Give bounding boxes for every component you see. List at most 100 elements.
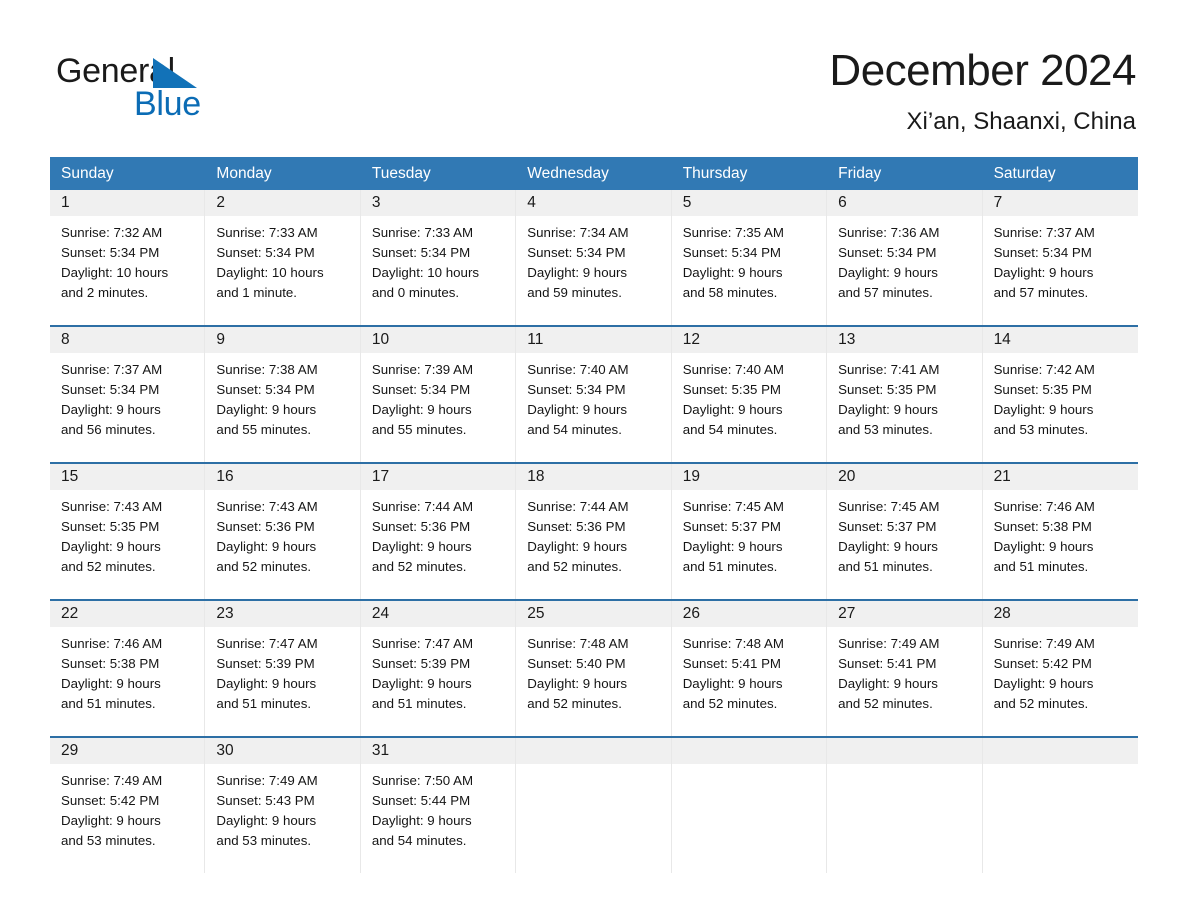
calendar-day-cell[interactable]: 17 Sunrise: 7:44 AM Sunset: 5:36 PM Dayligh… [360, 464, 517, 599]
sunset-text: Sunset: 5:34 PM [527, 245, 626, 260]
calendar-day-cell[interactable]: 25 Sunrise: 7:48 AM Sunset: 5:40 PM Dayligh… [516, 601, 672, 736]
day-number-band [516, 738, 671, 764]
calendar-day-cell[interactable]: 21 Sunrise: 7:46 AM Sunset: 5:38 PM Dayligh… [982, 464, 1138, 599]
day-number: 1 [61, 194, 70, 211]
day-number-band: 16 [205, 464, 360, 490]
day-number-band: 3 [360, 190, 516, 216]
calendar-day-cell[interactable]: 6 Sunrise: 7:36 AM Sunset: 5:34 PM Daylight… [827, 190, 983, 325]
sunrise-text: Sunrise: 7:36 AM [838, 225, 940, 240]
daylight-text-line1: Daylight: 9 hours [838, 539, 938, 554]
calendar-day-cell[interactable]: 7 Sunrise: 7:37 AM Sunset: 5:34 PM Daylight… [982, 190, 1138, 325]
calendar-day-cell[interactable]: 18 Sunrise: 7:44 AM Sunset: 5:36 PM Dayligh… [516, 464, 672, 599]
sunset-text: Sunset: 5:43 PM [216, 793, 315, 808]
calendar-day-cell[interactable]: 24 Sunrise: 7:47 AM Sunset: 5:39 PM Dayligh… [360, 601, 517, 736]
daylight-text-line1: Daylight: 10 hours [216, 265, 324, 280]
day-info: Sunrise: 7:50 AM Sunset: 5:44 PM Daylight:… [361, 764, 515, 851]
day-number-band: 19 [671, 464, 827, 490]
day-info: Sunrise: 7:43 AM Sunset: 5:36 PM Daylight:… [205, 490, 359, 577]
sunrise-text: Sunrise: 7:47 AM [216, 636, 318, 651]
daylight-text-line2: and 1 minute. [216, 285, 297, 300]
calendar-day-cell[interactable]: 13 Sunrise: 7:41 AM Sunset: 5:35 PM Dayligh… [827, 327, 983, 462]
calendar-weeks: 1 Sunrise: 7:32 AM Sunset: 5:34 PM Daylight… [50, 190, 1138, 873]
calendar-day-cell[interactable]: 16 Sunrise: 7:43 AM Sunset: 5:36 PM Dayligh… [205, 464, 361, 599]
day-number-band: 8 [50, 327, 205, 353]
sunset-text: Sunset: 5:42 PM [61, 793, 160, 808]
daylight-text-line2: and 52 minutes. [216, 559, 312, 574]
daylight-text-line1: Daylight: 9 hours [371, 676, 472, 691]
calendar-day-cell[interactable]: 15 Sunrise: 7:43 AM Sunset: 5:35 PM Dayligh… [50, 464, 206, 599]
daylight-text-line1: Daylight: 9 hours [527, 265, 628, 280]
sunrise-text: Sunrise: 7:38 AM [216, 362, 318, 377]
daylight-text-line2: and 54 minutes. [682, 422, 778, 437]
daylight-text-line1: Daylight: 9 hours [527, 676, 628, 691]
calendar-day-cell[interactable]: 14 Sunrise: 7:42 AM Sunset: 5:35 PM Dayligh… [982, 327, 1138, 462]
daylight-text-line1: Daylight: 9 hours [216, 539, 317, 554]
calendar-day-cell[interactable]: 27 Sunrise: 7:49 AM Sunset: 5:41 PM Dayligh… [827, 601, 983, 736]
weekday-header-saturday: Saturday [993, 165, 1056, 182]
calendar-day-cell[interactable]: 31 Sunrise: 7:50 AM Sunset: 5:44 PM Dayligh… [360, 738, 517, 873]
calendar-day-cell[interactable]: 12 Sunrise: 7:40 AM Sunset: 5:35 PM Dayligh… [671, 327, 828, 462]
sunset-text: Sunset: 5:37 PM [682, 519, 782, 534]
day-info: Sunrise: 7:47 AM Sunset: 5:39 PM Daylight:… [205, 627, 359, 714]
calendar-day-cell[interactable]: 5 Sunrise: 7:35 AM Sunset: 5:34 PM Daylight… [671, 190, 828, 325]
day-number-band: 26 [671, 601, 827, 627]
day-number: 15 [61, 468, 79, 485]
day-number-band [827, 738, 982, 764]
day-info: Sunrise: 7:38 AM Sunset: 5:34 PM Daylight:… [205, 353, 359, 440]
weekday-header-thursday: Thursday [682, 165, 748, 182]
calendar-day-cell[interactable]: 26 Sunrise: 7:48 AM Sunset: 5:41 PM Dayligh… [671, 601, 828, 736]
weekday-header-friday: Friday [838, 165, 882, 182]
calendar-week-row: 8 Sunrise: 7:37 AM Sunset: 5:34 PM Daylight… [50, 325, 1138, 462]
day-number-band: 7 [982, 190, 1138, 216]
day-info: Sunrise: 7:35 AM Sunset: 5:34 PM Daylight:… [672, 216, 826, 303]
calendar-week-row: 1 Sunrise: 7:32 AM Sunset: 5:34 PM Daylight… [50, 190, 1138, 325]
calendar-day-cell[interactable]: 28 Sunrise: 7:49 AM Sunset: 5:42 PM Dayligh… [982, 601, 1138, 736]
calendar-day-cell[interactable]: 10 Sunrise: 7:39 AM Sunset: 5:34 PM Dayligh… [360, 327, 517, 462]
day-number: 4 [527, 194, 536, 211]
day-info: Sunrise: 7:49 AM Sunset: 5:42 PM Daylight:… [50, 764, 204, 851]
calendar-day-cell[interactable]: 23 Sunrise: 7:47 AM Sunset: 5:39 PM Dayligh… [205, 601, 361, 736]
calendar-day-cell[interactable]: 11 Sunrise: 7:40 AM Sunset: 5:34 PM Dayligh… [516, 327, 672, 462]
day-info: Sunrise: 7:46 AM Sunset: 5:38 PM Daylight:… [50, 627, 204, 714]
calendar-day-cell[interactable]: 8 Sunrise: 7:37 AM Sunset: 5:34 PM Daylight… [50, 327, 206, 462]
sunset-text: Sunset: 5:35 PM [61, 519, 160, 534]
sunrise-text: Sunrise: 7:37 AM [61, 362, 163, 377]
day-info: Sunrise: 7:49 AM Sunset: 5:41 PM Daylight:… [827, 627, 981, 714]
daylight-text-line2: and 51 minutes. [838, 559, 933, 574]
daylight-text-line1: Daylight: 9 hours [61, 676, 161, 691]
daylight-text-line2: and 52 minutes. [838, 696, 933, 711]
day-info: Sunrise: 7:46 AM Sunset: 5:38 PM Daylight:… [983, 490, 1138, 577]
weekday-header-row: Sunday Monday Tuesday Wednesday Thursday… [50, 157, 1138, 190]
day-number-band [671, 738, 827, 764]
day-number: 16 [216, 468, 234, 485]
day-info [516, 764, 670, 771]
calendar-day-cell[interactable]: 20 Sunrise: 7:45 AM Sunset: 5:37 PM Dayligh… [827, 464, 983, 599]
calendar-day-cell[interactable]: 1 Sunrise: 7:32 AM Sunset: 5:34 PM Daylight… [50, 190, 206, 325]
sunrise-text: Sunrise: 7:42 AM [993, 362, 1095, 377]
day-number: 9 [216, 331, 226, 348]
day-number-band: 1 [50, 190, 205, 216]
calendar-day-cell[interactable]: 30 Sunrise: 7:49 AM Sunset: 5:43 PM Dayligh… [205, 738, 361, 873]
calendar-day-cell[interactable]: 2 Sunrise: 7:33 AM Sunset: 5:34 PM Daylight… [205, 190, 361, 325]
calendar-day-cell[interactable]: 19 Sunrise: 7:45 AM Sunset: 5:37 PM Dayligh… [671, 464, 828, 599]
sunrise-text: Sunrise: 7:44 AM [527, 499, 629, 514]
calendar-day-cell[interactable]: 3 Sunrise: 7:33 AM Sunset: 5:34 PM Daylight… [360, 190, 517, 325]
sunset-text: Sunset: 5:36 PM [527, 519, 626, 534]
daylight-text-line1: Daylight: 9 hours [527, 402, 628, 417]
day-number-band: 21 [982, 464, 1138, 490]
day-number: 21 [993, 468, 1011, 485]
sunrise-text: Sunrise: 7:33 AM [216, 225, 318, 240]
calendar-day-cell[interactable]: 4 Sunrise: 7:34 AM Sunset: 5:34 PM Daylight… [516, 190, 672, 325]
day-number-band: 2 [205, 190, 360, 216]
page-header: General Blue December 2024 Xi’an, Shaanx… [0, 0, 1188, 152]
calendar-week-row: 15 Sunrise: 7:43 AM Sunset: 5:35 PM Dayligh… [50, 462, 1138, 599]
sunset-text: Sunset: 5:39 PM [371, 656, 471, 671]
calendar-day-cell[interactable]: 9 Sunrise: 7:38 AM Sunset: 5:34 PM Daylight… [205, 327, 361, 462]
calendar-day-cell[interactable]: 22 Sunrise: 7:46 AM Sunset: 5:38 PM Dayligh… [50, 601, 206, 736]
day-info [827, 764, 981, 771]
day-number: 28 [993, 605, 1011, 622]
daylight-text-line2: and 51 minutes. [216, 696, 312, 711]
sunset-text: Sunset: 5:34 PM [838, 245, 937, 260]
day-number-band: 30 [205, 738, 360, 764]
calendar-day-cell[interactable]: 29 Sunrise: 7:49 AM Sunset: 5:42 PM Dayligh… [50, 738, 206, 873]
